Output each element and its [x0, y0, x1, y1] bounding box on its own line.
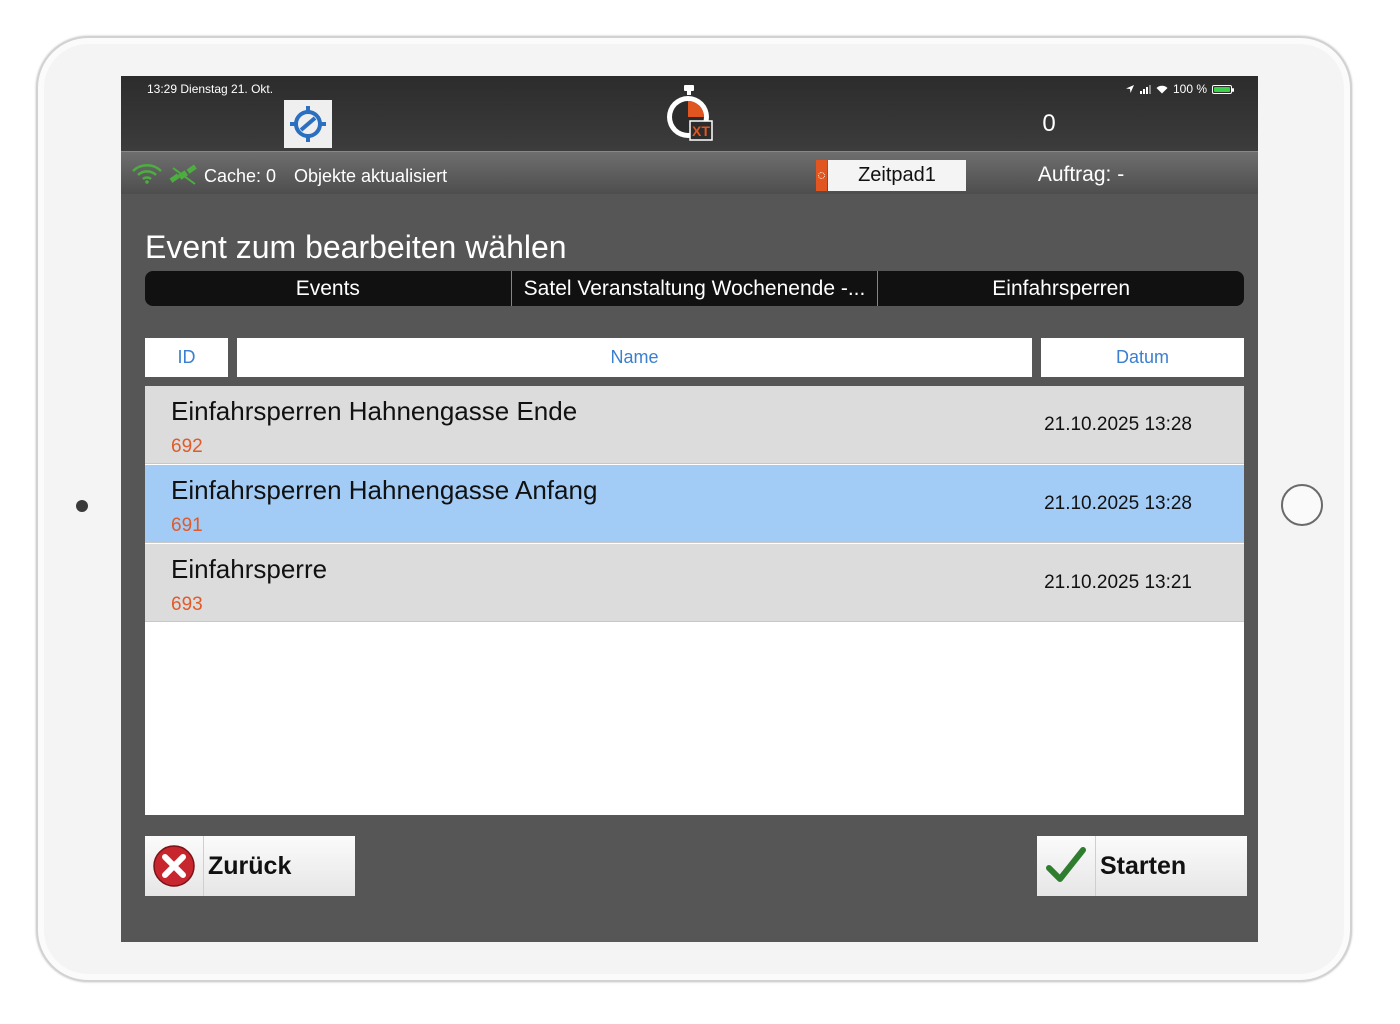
table-row[interactable]: Einfahrsperre 693 21.10.2025 13:21 [145, 544, 1244, 622]
row-id: 691 [171, 515, 203, 536]
row-date: 21.10.2025 13:21 [1044, 572, 1192, 593]
table-row[interactable]: Einfahrsperren Hahnengasse Ende 692 21.1… [145, 386, 1244, 464]
app-logo-icon: XT [667, 85, 713, 141]
home-button[interactable] [1281, 484, 1323, 526]
wifi-status-icon [1156, 85, 1168, 93]
status-time: 13:29 Dienstag 21. Okt. [147, 82, 274, 96]
zeitpad-button[interactable]: Zeitpad1 [828, 160, 966, 191]
locate-button[interactable] [284, 100, 332, 148]
segment-veranstaltung[interactable]: Satel Veranstaltung Wochenende -... [510, 271, 878, 306]
info-bar: Cache: 0 Objekte aktualisiert Zeitpad1 A… [121, 151, 1258, 194]
satellite-icon [169, 164, 197, 185]
battery-percent: 100 % [1172, 82, 1207, 96]
sync-message: Objekte aktualisiert [294, 166, 448, 186]
header-counter: 0 [1042, 110, 1056, 137]
segment-einfahrsperren[interactable]: Einfahrsperren [877, 271, 1244, 306]
column-header-id[interactable]: ID [145, 338, 228, 377]
close-circle-icon [153, 845, 195, 887]
cell-signal-icon [1139, 84, 1151, 94]
zeitpad-indicator [816, 160, 827, 191]
breadcrumb-segments: Events Satel Veranstaltung Wochenende -.… [145, 271, 1244, 306]
row-id: 692 [171, 436, 203, 457]
table-row-selected[interactable]: Einfahrsperren Hahnengasse Anfang 691 21… [145, 465, 1244, 543]
wifi-icon [132, 164, 162, 184]
app-screen: 13:29 Dienstag 21. Okt. 100 % XT 0 Cache… [121, 76, 1258, 942]
svg-text:XT: XT [692, 123, 710, 139]
row-name: Einfahrsperren Hahnengasse Anfang [171, 475, 598, 505]
start-icon-wrap [1037, 836, 1096, 896]
camera [76, 500, 88, 512]
row-name: Einfahrsperre [171, 554, 328, 584]
crosshair-icon [290, 106, 326, 142]
column-header-name[interactable]: Name [237, 338, 1032, 377]
start-label: Starten [1100, 851, 1187, 880]
row-name: Einfahrsperren Hahnengasse Ende [171, 396, 578, 426]
segment-events[interactable]: Events [145, 271, 511, 306]
event-list: Einfahrsperren Hahnengasse Ende 692 21.1… [145, 386, 1244, 815]
top-bar: 13:29 Dienstag 21. Okt. 100 % XT 0 [121, 76, 1258, 151]
auftrag-label: Auftrag: - [1037, 163, 1125, 186]
row-date: 21.10.2025 13:28 [1044, 493, 1192, 514]
start-button[interactable]: Starten [1037, 836, 1247, 896]
back-button[interactable]: Zurück [145, 836, 355, 896]
status-indicators: 100 % [1125, 82, 1234, 96]
page-title: Event zum bearbeiten wählen [145, 229, 567, 265]
back-icon-wrap [145, 836, 204, 896]
row-date: 21.10.2025 13:28 [1044, 414, 1192, 435]
battery-icon [1212, 84, 1234, 94]
location-arrow-icon [1125, 85, 1134, 93]
cache-status: Cache: 0 [204, 166, 277, 186]
column-header-date[interactable]: Datum [1041, 338, 1244, 377]
row-id: 693 [171, 594, 203, 615]
back-label: Zurück [208, 851, 292, 880]
checkmark-icon [1046, 847, 1086, 882]
